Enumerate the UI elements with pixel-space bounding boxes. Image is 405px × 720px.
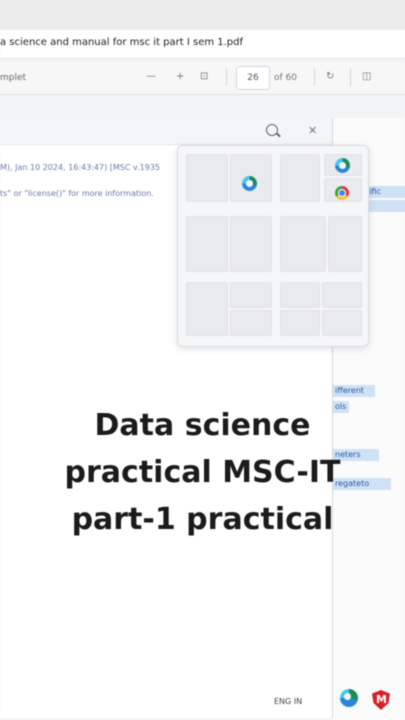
edge-icon [242,176,257,191]
video-caption-overlay: Data science practical MSC-IT part-1 pra… [0,402,405,543]
toolbar-left-label: mplet [0,73,27,83]
snap-zone[interactable] [230,216,272,272]
snap-zone[interactable] [186,282,228,336]
chrome-icon [335,186,349,200]
caption-line-2: practical MSC-IT [64,455,341,490]
top-bar [0,0,405,30]
snap-zone[interactable] [322,310,362,336]
shell-titlebar [0,118,332,145]
toolbar-divider [350,68,351,86]
snap-zone[interactable] [230,282,272,308]
caption-line-1: Data science [94,408,311,443]
zoom-in-button[interactable]: + [176,71,184,82]
rotate-icon[interactable]: ↻ [326,71,334,82]
toolbar-divider [226,68,227,86]
search-icon[interactable] [266,124,278,136]
edge-taskbar-icon[interactable] [340,689,358,707]
snap-zone[interactable] [230,310,272,336]
zoom-out-button[interactable]: — [146,71,156,82]
fit-page-icon[interactable]: ⊡ [200,71,208,82]
taskbar-language[interactable]: ENG IN [274,697,302,706]
snap-zone[interactable] [280,310,320,336]
caption-line-3: part-1 practical [71,502,334,537]
close-icon[interactable]: ✕ [308,124,317,137]
edge-icon [335,158,350,173]
shell-info-line: ts" or "license()" for more information. [0,189,154,198]
snap-zone[interactable] [186,216,228,272]
snap-zone[interactable] [280,282,320,308]
window-title: a science and manual for msc it part I s… [0,37,244,48]
page-total-label: of 60 [274,73,297,83]
snap-layouts-flyout [177,145,369,347]
toolbar-divider [314,68,315,86]
shell-version-line: M), Jan 10 2024, 16:43:47) [MSC v.1935 [0,163,160,172]
page-number-input[interactable]: 26 [236,66,270,90]
page-view-icon[interactable]: ◫ [362,71,371,82]
snap-zone[interactable] [280,154,320,202]
snap-zone[interactable] [328,216,362,272]
highlighted-text: ifferent [333,385,375,397]
snap-zone[interactable] [186,154,228,202]
snap-zone[interactable] [280,216,326,272]
snap-zone[interactable] [322,282,362,308]
